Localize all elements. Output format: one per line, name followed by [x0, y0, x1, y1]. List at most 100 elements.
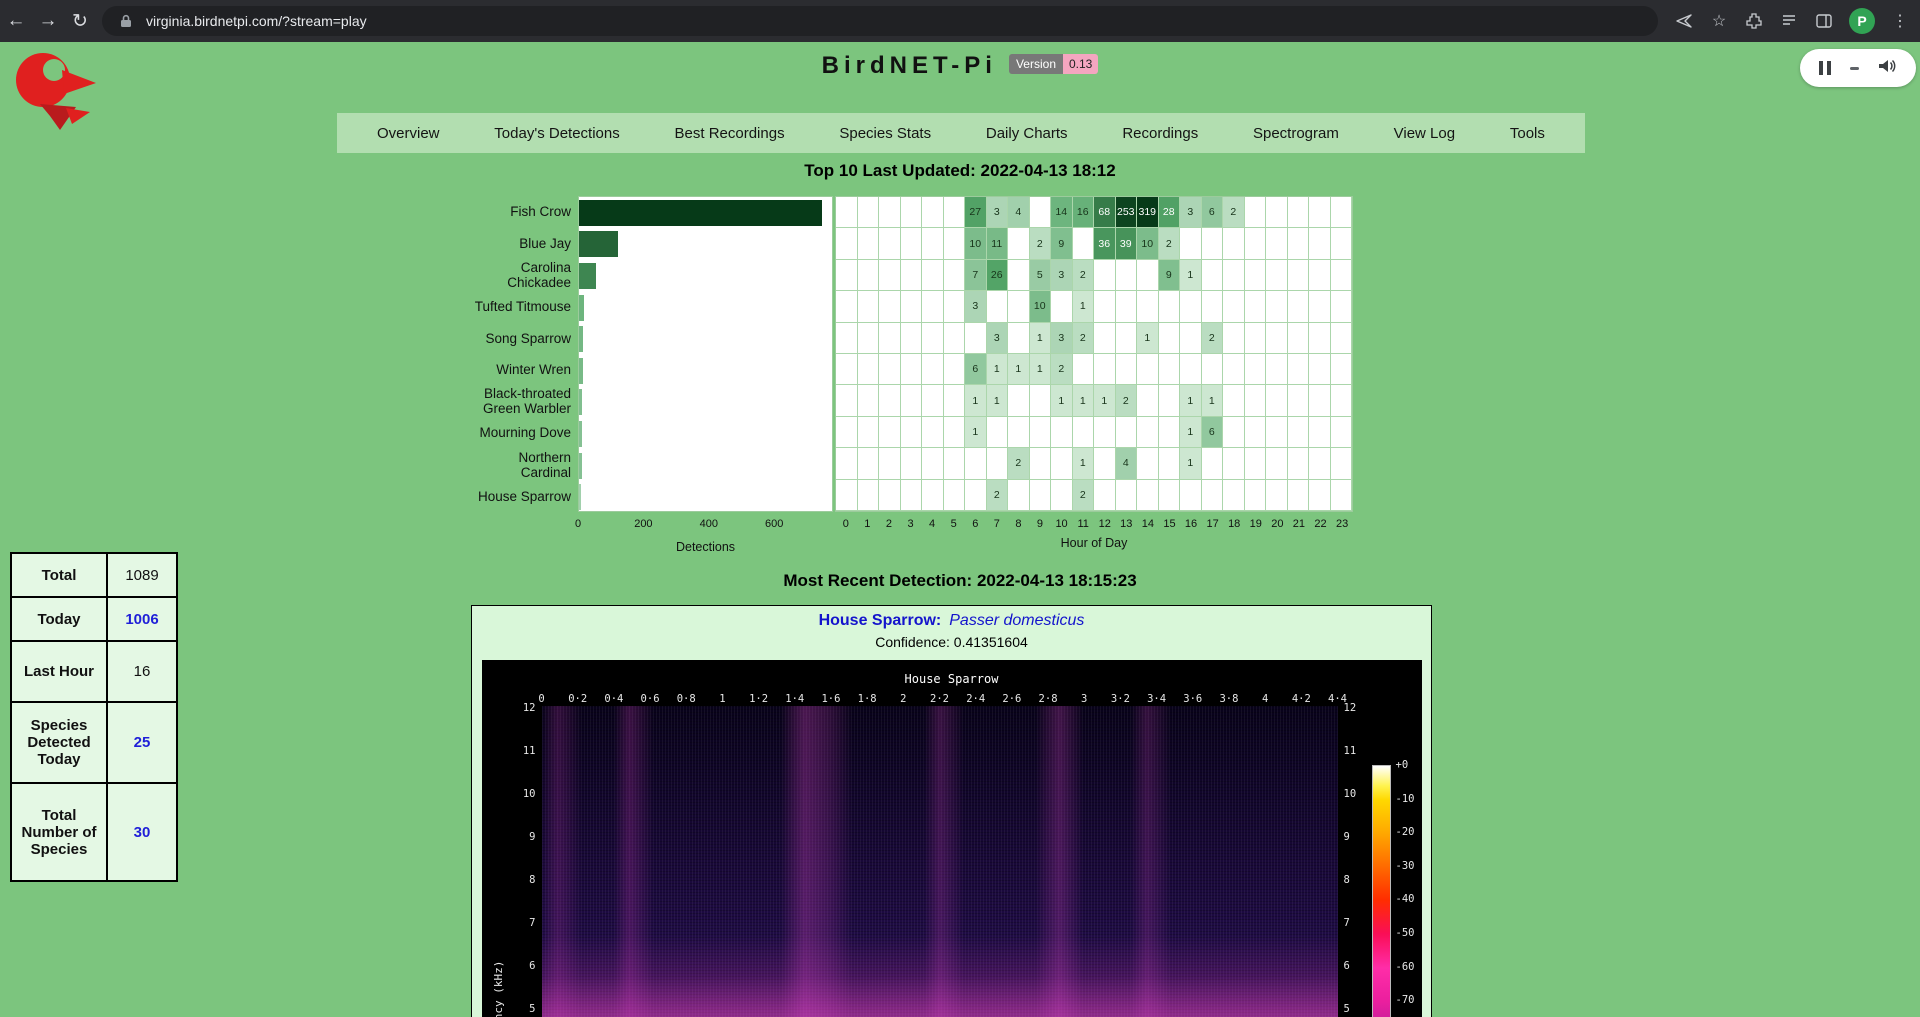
heatmap-cell: 1	[1051, 385, 1073, 416]
heatmap-cell	[944, 197, 966, 228]
heatmap-cell	[1309, 448, 1331, 479]
heatmap-cell: 1	[1073, 385, 1095, 416]
stats-row: Species Detected Today25	[11, 702, 177, 783]
version-value: 0.13	[1063, 54, 1098, 74]
hour-tick: 3	[900, 518, 922, 530]
heatmap-cell: 2	[1073, 323, 1095, 354]
heatmap-cell	[858, 323, 880, 354]
extensions-icon[interactable]	[1744, 11, 1764, 31]
nav-item-daily-charts[interactable]: Daily Charts	[986, 125, 1068, 142]
heatmap-cell	[836, 260, 858, 291]
heatmap-cell	[1288, 385, 1310, 416]
nav-item-species-stats[interactable]: Species Stats	[839, 125, 931, 142]
nav-item-view-log[interactable]: View Log	[1394, 125, 1455, 142]
spec-xtick: 0·8	[677, 693, 696, 705]
heatmap-cell	[1137, 385, 1159, 416]
heatmap-cell	[1266, 448, 1288, 479]
heatmap-cell	[836, 197, 858, 228]
heatmap-cell	[944, 260, 966, 291]
nav-item-best-recordings[interactable]: Best Recordings	[675, 125, 785, 142]
heatmap-cell	[1202, 291, 1224, 322]
menu-kebab-icon[interactable]: ⋮	[1890, 11, 1910, 31]
colorbar-tick: -60	[1396, 961, 1415, 973]
heatmap-cell	[922, 291, 944, 322]
heatmap-cell: 14	[1051, 197, 1073, 228]
stat-value[interactable]: 30	[107, 783, 177, 881]
heatmap-cell	[944, 448, 966, 479]
detection-bar	[579, 389, 582, 415]
reload-icon[interactable]: ↻	[64, 10, 96, 33]
colorbar	[1372, 765, 1391, 1017]
heatmap-cell	[944, 480, 966, 511]
heatmap-cell	[836, 448, 858, 479]
detection-bar	[579, 231, 618, 257]
heatmap-cell	[1245, 291, 1267, 322]
heatmap-cell: 6	[1202, 417, 1224, 448]
nav-item-spectrogram[interactable]: Spectrogram	[1253, 125, 1339, 142]
heatmap-cell: 1	[1073, 448, 1095, 479]
detection-title: House Sparrow: Passer domesticus	[472, 612, 1431, 634]
heatmap-cell	[1309, 228, 1331, 259]
heatmap-cell	[879, 228, 901, 259]
address-bar[interactable]: virginia.birdnetpi.com/?stream=play	[102, 6, 1658, 36]
heatmap-cell: 253	[1116, 197, 1138, 228]
heatmap-cell	[901, 354, 923, 385]
detection-bar	[579, 453, 582, 479]
heatmap-cell	[1073, 228, 1095, 259]
heatmap-cell	[965, 448, 987, 479]
heatmap-cell	[858, 385, 880, 416]
send-icon[interactable]	[1674, 11, 1694, 31]
nav-item-recordings[interactable]: Recordings	[1122, 125, 1198, 142]
spec-xtick: 0	[538, 693, 544, 705]
volume-icon[interactable]	[1877, 57, 1897, 80]
heatmap-cell	[922, 480, 944, 511]
heatmap-cell	[1159, 385, 1181, 416]
heatmap-cell	[1245, 260, 1267, 291]
heatmap-cell	[1116, 354, 1138, 385]
spec-xtick: 0·2	[568, 693, 587, 705]
heatmap-cell	[836, 385, 858, 416]
heatmap-cell	[1309, 354, 1331, 385]
heatmap-cell: 1	[1094, 385, 1116, 416]
heatmap-cell	[1309, 323, 1331, 354]
profile-avatar[interactable]: P	[1849, 8, 1875, 34]
heatmap-cell	[1159, 417, 1181, 448]
spec-ytick-left: 7	[506, 917, 536, 929]
heatmap-cell	[1202, 260, 1224, 291]
hour-tick: 12	[1094, 518, 1116, 530]
heatmap-cell	[1030, 385, 1052, 416]
version-badge: Version 0.13	[1009, 54, 1098, 74]
nav-bar: Overview Today's Detections Best Recording…	[337, 113, 1585, 153]
seek-dash-icon[interactable]	[1850, 67, 1859, 70]
heatmap-cell	[1266, 291, 1288, 322]
heatmap-cell	[922, 228, 944, 259]
reading-list-icon[interactable]	[1779, 11, 1799, 31]
heatmap-cell: 2	[1030, 228, 1052, 259]
stat-value[interactable]: 25	[107, 702, 177, 783]
heatmap-cell	[1288, 228, 1310, 259]
detected-species-scientific: Passer domesticus	[949, 612, 1084, 629]
nav-item-overview[interactable]: Overview	[377, 125, 440, 142]
heatmap-cell: 1	[965, 385, 987, 416]
spec-xtick: 3·2	[1111, 693, 1130, 705]
heatmap-cell	[1266, 417, 1288, 448]
back-icon[interactable]: ←	[0, 10, 32, 32]
heatmap-cell: 1	[987, 354, 1009, 385]
detected-species-name[interactable]: House Sparrow:	[819, 612, 942, 629]
forward-icon[interactable]: →	[32, 10, 64, 32]
heatmap-cell: 3	[965, 291, 987, 322]
heatmap-cell	[1116, 291, 1138, 322]
nav-item-today-s-detections[interactable]: Today's Detections	[494, 125, 619, 142]
heatmap-cell: 1	[1030, 323, 1052, 354]
heatmap-cell	[858, 197, 880, 228]
heatmap-cell	[1245, 228, 1267, 259]
bookmark-star-icon[interactable]: ☆	[1709, 11, 1729, 31]
colorbar-tick: -70	[1396, 994, 1415, 1006]
heatmap-cell: 1	[965, 417, 987, 448]
nav-item-tools[interactable]: Tools	[1510, 125, 1545, 142]
heatmap-cell	[1223, 354, 1245, 385]
pause-icon[interactable]	[1819, 61, 1831, 75]
heatmap-cell	[1309, 197, 1331, 228]
side-panel-icon[interactable]	[1814, 11, 1834, 31]
stat-value[interactable]: 1006	[107, 597, 177, 641]
